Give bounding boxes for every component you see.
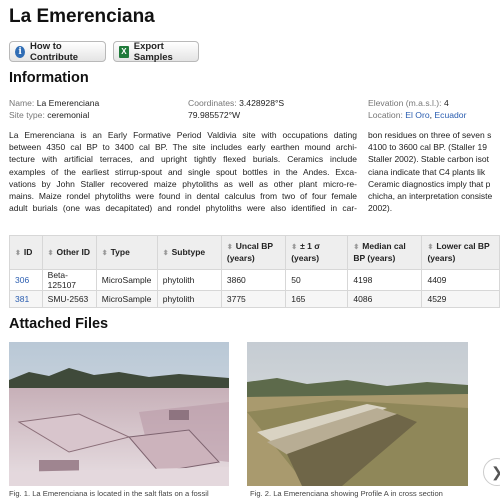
samples-table: ⬍ ID ⬍ Other ID ⬍ Type ⬍ Subtype ⬍ Uncal BP (… [9,235,500,308]
table-cell: phytolith [156,290,222,308]
attached-photo-1[interactable] [9,342,229,486]
photo-2-caption: Fig. 2. La Emerenciana showing Profile A… [250,489,443,498]
how-to-contribute-button[interactable]: i How to Contribute [9,40,106,63]
description-column-1: La Emerenciana is an Early Formative Per… [9,129,357,214]
table-cell: Beta-125107 [41,269,97,291]
table-cell: MicroSample [95,290,158,308]
description-line: adult burials (one was decapitated) and … [9,203,357,214]
table-cell: 4409 [421,269,500,291]
description-line: between 4350 cal BP to 3400 cal BP. The … [9,142,357,153]
table-cell: 3860 [220,269,287,291]
site-name-value: La Emerenciana [36,98,100,108]
sample-id-link[interactable]: 381 [15,294,29,304]
coordinates-label: Coordinates: [188,98,237,108]
description-line: examples of the earliest stirrup-spout a… [9,166,357,177]
location-field: Location: El Oro, Ecuador [368,109,466,121]
column-header-type[interactable]: ⬍ Type [95,235,158,270]
table-cell: 4529 [421,290,500,308]
coordinates-field: Coordinates: 3.428928°S [188,97,284,109]
table-cell: 50 [285,269,349,291]
sort-icon: ⬍ [15,249,21,257]
table-cell: 3775 [220,290,287,308]
table-row: 381 SMU-2563 MicroSample phytolith 3775 … [9,290,500,308]
description-column-2: bon residues on three of seven s 4100 to… [368,129,500,214]
sort-icon: ⬍ [353,244,360,251]
sort-icon: ⬍ [162,249,169,257]
description-line: chicha, an interpretation consiste [368,191,493,202]
table-cell: 4198 [347,269,423,291]
site-name-field: Name: La Emerenciana [9,97,99,109]
table-cell: phytolith [156,269,222,291]
latitude-value: 3.428928°S [239,98,285,108]
description-line: ciana indicate that C4 plants lik [368,166,486,177]
column-header-subtype[interactable]: ⬍ Subtype [156,235,222,270]
export-samples-label: Export Samples [133,40,173,63]
table-cell: 165 [285,290,349,308]
table-cell: MicroSample [95,269,158,291]
description-line: Staller 2002). Stable carbon isot [368,154,489,165]
page-title: La Emerenciana [9,6,155,27]
location-label: Location: [368,110,403,120]
attached-files-heading: Attached Files [9,316,109,332]
description-line: Ceramic diagnostics imply that p [368,178,491,189]
photo-profile-a-image [247,342,468,486]
column-header-sigma[interactable]: ⬍ ± 1 σ (years) [285,235,349,270]
sort-icon: ⬍ [47,249,54,257]
description-line: tecture with artificial terraces, and up… [9,154,357,165]
longitude-value: 79.985572°W [188,110,241,120]
attached-photo-2[interactable] [247,342,468,486]
site-type-value: ceremonial [47,110,90,120]
column-header-id[interactable]: ⬍ ID [9,235,43,270]
sort-icon: ⬍ [226,244,233,251]
excel-icon: X [119,45,129,58]
site-type-field: Site type: ceremonial [9,109,89,121]
elevation-field: Elevation (m.a.s.l.): 4 [368,97,449,109]
column-header-other-id[interactable]: ⬍ Other ID [41,235,97,270]
column-header-median-cal-bp[interactable]: ⬍ Median cal BP (years) [347,235,423,270]
site-type-label: Site type: [9,110,45,120]
column-header-lower-cal-bp[interactable]: ⬍ Lower cal BP (years) [421,235,500,270]
site-name-label: Name: [9,98,35,108]
sort-icon: ⬍ [101,249,108,257]
photo-1-caption: Fig. 1. La Emerenciana is located in the… [9,489,209,498]
description-line: vations by John Staller recovered maize … [9,178,357,189]
table-cell: SMU-2563 [41,290,97,308]
description-line: 4100 to 3600 cal BP. (Staller 19 [368,142,487,153]
description-line: 2002). [368,203,393,214]
table-row: 306 Beta-125107 MicroSample phytolith 38… [9,269,500,291]
location-region-link[interactable]: El Oro [405,110,429,120]
column-header-uncal-bp[interactable]: ⬍ Uncal BP (years) [220,235,287,270]
how-to-contribute-label: How to Contribute [30,40,79,63]
chevron-right-icon[interactable]: ❯ [483,458,500,486]
description-line: mains. Maize rondel phytoliths were foun… [9,191,357,202]
elevation-label: Elevation (m.a.s.l.): [368,98,442,108]
info-icon: i [15,45,26,58]
description-line: La Emerenciana is an Early Formative Per… [9,130,357,140]
information-heading: Information [9,70,89,86]
table-cell: 4086 [347,290,423,308]
sort-icon: ⬍ [291,244,298,251]
sample-id-link[interactable]: 306 [15,275,29,285]
location-country-link[interactable]: Ecuador [434,110,466,120]
elevation-value: 4 [443,98,449,108]
sort-icon: ⬍ [427,244,434,251]
export-samples-button[interactable]: X Export Samples [113,40,199,63]
photo-salt-flats-image [9,342,229,486]
description-line: bon residues on three of seven s [368,130,492,140]
